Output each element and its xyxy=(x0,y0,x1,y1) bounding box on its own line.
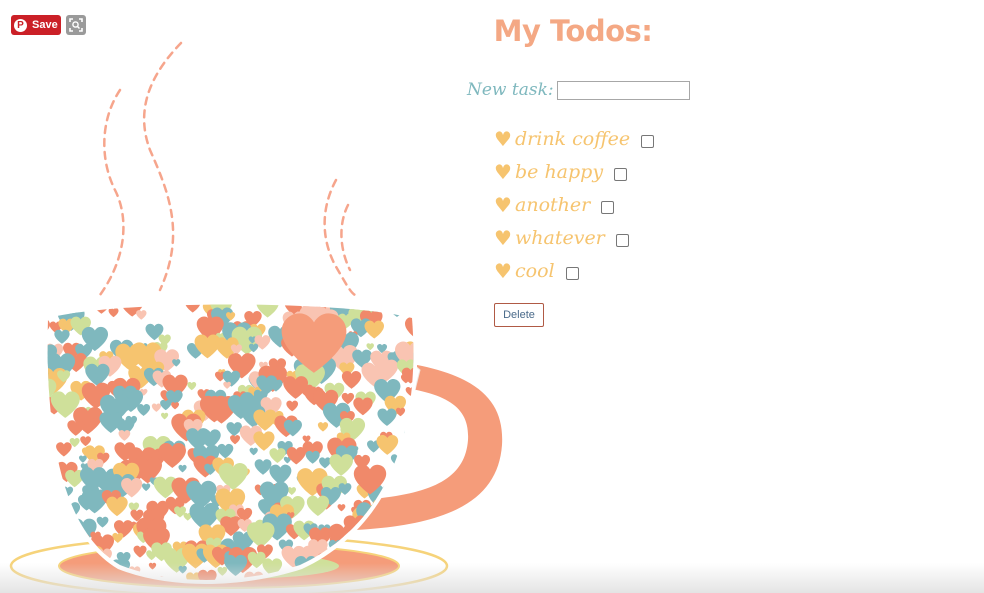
bottom-scroll-shadow xyxy=(0,563,984,593)
todo-checkbox[interactable] xyxy=(615,233,629,247)
heart-bullet-icon: ♥ xyxy=(494,258,512,283)
heart-icon xyxy=(36,402,46,411)
todo-item: ♥ cool xyxy=(494,254,654,287)
new-task-input[interactable] xyxy=(556,80,690,100)
heart-icon xyxy=(357,531,369,542)
todo-item: ♥ drink coffee xyxy=(494,122,655,155)
todo-item: ♥ be happy xyxy=(494,155,654,188)
heart-icon xyxy=(47,507,67,529)
todo-list: ♥ drink coffee ♥ be happy ♥ another ♥ wh… xyxy=(494,122,655,287)
heart-icon xyxy=(398,469,414,491)
heart-icon xyxy=(47,438,48,453)
heart-icon xyxy=(406,464,414,473)
steam-lines xyxy=(98,41,357,297)
heart-icon xyxy=(407,440,414,455)
todo-checkbox[interactable] xyxy=(641,134,655,148)
todo-label: drink coffee xyxy=(515,127,631,150)
heart-icon xyxy=(47,304,57,313)
new-task-row: New task: xyxy=(467,80,690,100)
heart-bullet-icon: ♥ xyxy=(494,192,512,217)
heart-bullet-icon: ♥ xyxy=(494,126,512,151)
page-title: My Todos: xyxy=(493,14,653,48)
todo-page: P Save My Todos: New task: ♥ drink coffe… xyxy=(0,0,984,593)
todo-checkbox[interactable] xyxy=(565,266,579,280)
todo-label: be happy xyxy=(515,160,604,183)
heart-icon xyxy=(47,533,50,551)
todo-item: ♥ another xyxy=(494,188,654,221)
coffee-cup-illustration xyxy=(9,41,503,593)
new-task-label: New task: xyxy=(467,80,554,100)
heart-icon xyxy=(71,530,83,542)
todo-label: cool xyxy=(515,259,555,282)
todo-label: another xyxy=(515,193,591,216)
heart-bullet-icon: ♥ xyxy=(494,225,512,250)
todo-label: whatever xyxy=(515,226,605,249)
heart-bullet-icon: ♥ xyxy=(494,159,512,184)
heart-icon xyxy=(386,525,407,545)
heart-icon xyxy=(52,520,76,542)
delete-button[interactable]: Delete xyxy=(494,303,544,327)
todo-checkbox[interactable] xyxy=(601,200,615,214)
heart-icon xyxy=(66,526,79,538)
heart-icon xyxy=(35,411,47,422)
todo-checkbox[interactable] xyxy=(614,167,628,181)
todo-item: ♥ whatever xyxy=(494,221,654,254)
